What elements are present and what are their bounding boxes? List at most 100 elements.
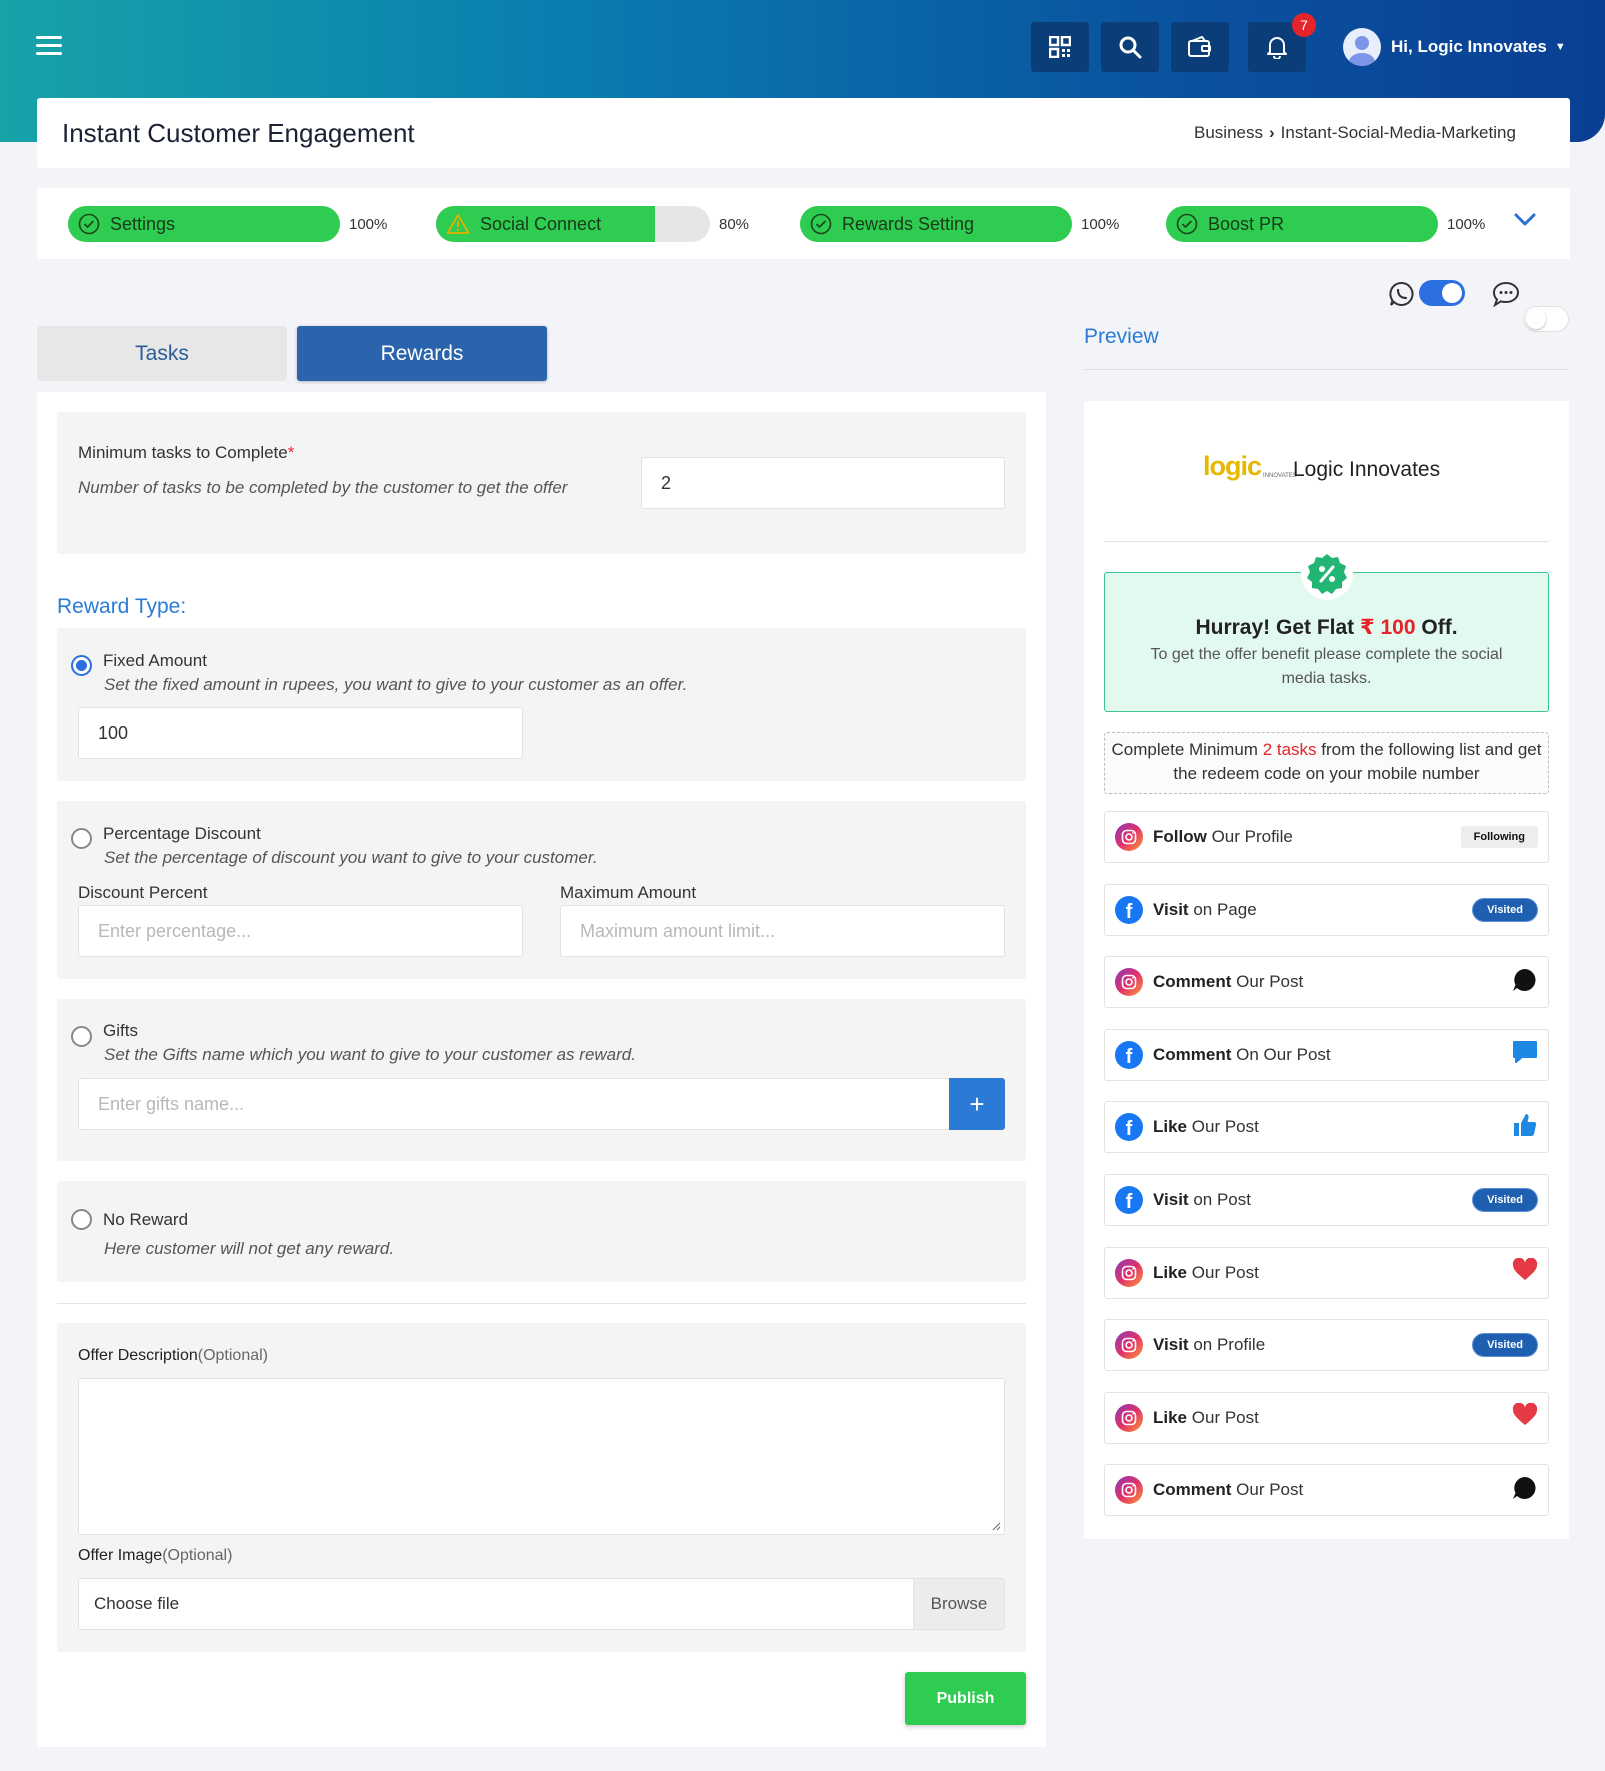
notification-count-badge: 7 (1292, 13, 1316, 37)
instagram-icon (1115, 1403, 1143, 1432)
gifts-radio[interactable] (71, 1026, 92, 1047)
task-status-badge: Visited (1472, 1333, 1538, 1358)
task-label: Visit on Page (1153, 899, 1257, 919)
step-label: Social Connect (480, 213, 602, 234)
instagram-icon (1115, 1331, 1143, 1360)
fixed-amount-label: Fixed Amount (103, 651, 207, 670)
task-label: Like Our Post (1153, 1407, 1259, 1427)
wallet-button[interactable] (1171, 22, 1229, 72)
step-label: Rewards Setting (842, 213, 975, 234)
user-greeting: Hi, Logic Innovates (1391, 37, 1547, 56)
percentage-discount-label: Percentage Discount (103, 824, 261, 843)
task-row[interactable]: f Visit on Post Visited (1104, 1174, 1549, 1226)
maximum-amount-input[interactable]: Maximum amount limit... (560, 905, 1005, 957)
preview-title: Preview (1084, 325, 1159, 348)
instagram-icon (1115, 1258, 1143, 1287)
fixed-amount-radio[interactable] (71, 655, 92, 676)
percentage-discount-radio[interactable] (71, 828, 92, 849)
step-percent: 100% (1081, 215, 1120, 233)
file-name-text: Choose file (94, 1594, 180, 1613)
task-status-badge: Visited (1472, 1188, 1538, 1212)
step-boost-pr[interactable]: Boost PR 100% (1166, 206, 1485, 242)
check-circle-icon (78, 213, 100, 235)
qr-code-icon (1049, 36, 1071, 58)
min-tasks-input[interactable]: 2 (641, 457, 1005, 509)
step-settings[interactable]: Settings 100% (68, 206, 387, 242)
task-row[interactable]: f Visit on Page Visited (1104, 883, 1549, 936)
min-tasks-label: Minimum tasks to Complete* (78, 443, 295, 462)
instagram-icon (1115, 1476, 1143, 1505)
task-label: Like Our Post (1153, 1117, 1259, 1137)
offer-image-file-input[interactable]: Choose file Browse (78, 1578, 1005, 1630)
wallet-icon (1188, 36, 1211, 57)
breadcrumb-parent[interactable]: Business (1194, 123, 1263, 143)
check-circle-icon (810, 213, 832, 235)
tab-rewards[interactable]: Rewards (297, 326, 547, 381)
step-rewards-setting[interactable]: Rewards Setting 100% (800, 206, 1119, 242)
min-tasks-hint: Number of tasks to be completed by the c… (78, 478, 568, 497)
sms-toggle[interactable] (1523, 306, 1569, 332)
task-row[interactable]: Like Our Post (1104, 1246, 1549, 1299)
task-label: Like Our Post (1153, 1262, 1259, 1282)
no-reward-section (57, 1181, 1026, 1282)
task-row[interactable]: Follow Our Profile Following (1104, 811, 1549, 863)
discount-badge-icon (1301, 548, 1353, 600)
facebook-icon: f (1115, 1186, 1143, 1214)
fixed-amount-hint: Set the fixed amount in rupees, you want… (104, 675, 688, 694)
instagram-icon (1115, 968, 1143, 997)
facebook-icon: f (1115, 895, 1143, 924)
offer-description-label: Offer Description(Optional) (78, 1347, 268, 1364)
maximum-amount-label: Maximum Amount (560, 883, 697, 902)
discount-percent-label: Discount Percent (78, 883, 208, 902)
whatsapp-toggle[interactable] (1419, 280, 1465, 306)
facebook-icon: f (1115, 1113, 1143, 1142)
step-social-connect[interactable]: Social Connect 80% (436, 206, 749, 242)
check-circle-icon (1176, 213, 1198, 235)
no-reward-hint: Here customer will not get any reward. (104, 1239, 395, 1258)
heart-icon (1512, 1257, 1538, 1287)
task-row[interactable]: Comment Our Post (1104, 956, 1549, 1009)
qr-code-button[interactable] (1031, 22, 1089, 72)
gifts-name-input[interactable]: Enter gifts name... (78, 1078, 949, 1130)
business-logo: logic INNOVATES (1203, 451, 1297, 481)
task-label: Follow Our Profile (1153, 827, 1293, 846)
menu-icon[interactable] (36, 36, 62, 58)
chevron-right-icon: › (1268, 123, 1275, 142)
gifts-hint: Set the Gifts name which you want to giv… (104, 1045, 636, 1064)
task-label: Comment Our Post (1153, 1480, 1304, 1500)
add-gift-button[interactable]: + (949, 1078, 1005, 1130)
task-label: Comment Our Post (1153, 972, 1304, 992)
offer-headline: Hurray! Get Flat ₹ 100 Off. (1195, 616, 1458, 639)
warning-icon (446, 214, 470, 234)
offer-image-label: Offer Image(Optional) (78, 1547, 233, 1564)
offer-note: To get the offer benefit please complete… (1150, 646, 1503, 687)
business-name: Logic Innovates (1293, 458, 1441, 481)
task-row[interactable]: f Like Our Post (1104, 1101, 1549, 1154)
task-status-badge: Following (1460, 826, 1538, 848)
task-label: Visit on Post (1153, 1190, 1251, 1209)
discount-percent-input[interactable]: Enter percentage... (78, 905, 523, 957)
expand-steps-chevron-icon[interactable] (1513, 212, 1537, 233)
step-percent: 100% (1447, 215, 1486, 233)
thumbs-up-icon (1512, 1112, 1538, 1143)
no-reward-radio[interactable] (71, 1209, 92, 1230)
publish-button[interactable]: Publish (905, 1672, 1026, 1725)
tab-tasks[interactable]: Tasks (37, 326, 287, 381)
bell-icon (1267, 37, 1287, 59)
page-title: Instant Customer Engagement (62, 118, 415, 148)
whatsapp-icon (1389, 281, 1415, 312)
task-row[interactable]: Like Our Post (1104, 1391, 1549, 1444)
task-row[interactable]: Visit on Profile Visited (1104, 1319, 1549, 1372)
task-row[interactable]: f Comment On Our Post (1104, 1028, 1549, 1081)
search-button[interactable] (1101, 22, 1159, 72)
task-row[interactable]: Comment Our Post (1104, 1464, 1549, 1517)
divider (57, 1303, 1026, 1304)
instruction-text: Complete Minimum 2 tasks from the follow… (1111, 740, 1542, 783)
resize-handle-icon[interactable] (991, 1521, 1001, 1531)
facebook-icon: f (1115, 1040, 1143, 1069)
offer-description-textarea[interactable] (78, 1378, 1005, 1535)
percentage-discount-hint: Set the percentage of discount you want … (104, 848, 598, 867)
browse-button[interactable]: Browse (913, 1579, 1004, 1629)
fixed-amount-input[interactable]: 100 (78, 707, 523, 759)
user-menu[interactable]: Hi, Logic Innovates ▼ (1343, 28, 1566, 66)
